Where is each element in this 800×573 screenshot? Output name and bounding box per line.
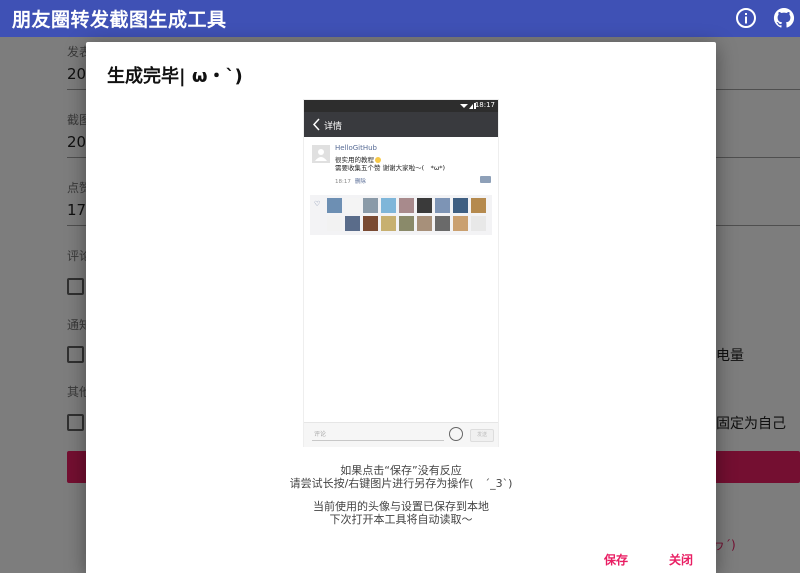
close-button[interactable]: 关闭 (669, 551, 693, 568)
likes-panel: ♡ (310, 195, 492, 235)
heart-icon: ♡ (314, 200, 321, 208)
github-icon[interactable] (772, 6, 796, 30)
info-icon[interactable] (734, 6, 758, 30)
like-avatar (471, 198, 486, 213)
like-avatar (399, 216, 414, 231)
like-avatar (453, 216, 468, 231)
signal-battery-icon (460, 103, 476, 109)
emoji-icon (449, 427, 463, 441)
comment-input-bar: 评论 发送 (304, 422, 498, 447)
result-dialog: 生成完毕| ω・`) 18:17 详情 HelloGitHub 很实用的教程 需… (86, 42, 716, 573)
phone-status-bar: 18:17 (304, 100, 498, 112)
hint-storage-line2: 下次打开本工具将自动读取～ (329, 513, 473, 526)
back-arrow-icon (312, 118, 320, 131)
send-button: 发送 (470, 429, 494, 442)
post-meta: 18:17 删除 (335, 177, 366, 185)
like-avatar (453, 198, 468, 213)
phone-nav-bar: 详情 (304, 112, 498, 137)
app-title: 朋友圈转发截图生成工具 (12, 9, 227, 31)
like-avatar (345, 198, 360, 213)
post-text-line2: 需要收集五个赞 谢谢大家啦～( *ω*) (335, 164, 446, 172)
like-avatar (435, 216, 450, 231)
like-avatar (435, 198, 450, 213)
save-button[interactable]: 保存 (604, 551, 628, 568)
comment-input-placeholder: 评论 (314, 431, 327, 438)
hint-save-line2: 请尝试长按/右键图片进行另存为操作( ´_3`) (289, 477, 513, 490)
phone-status-time: 18:17 (474, 101, 495, 109)
like-avatar (381, 216, 396, 231)
like-avatar (381, 198, 396, 213)
like-avatar (363, 216, 378, 231)
like-avatar (327, 198, 342, 213)
dialog-title: 生成完毕| ω・`) (107, 66, 243, 87)
generated-screenshot[interactable]: 18:17 详情 HelloGitHub 很实用的教程 需要收集五个赞 谢谢大家… (304, 100, 498, 447)
phone-nav-title: 详情 (324, 122, 343, 132)
like-avatar (399, 198, 414, 213)
default-avatar-icon (315, 149, 327, 161)
post-delete-link: 删除 (354, 179, 366, 185)
comment-bubble-icon (480, 176, 491, 183)
like-avatar (345, 216, 360, 231)
like-avatar (471, 216, 486, 231)
like-avatar (417, 216, 432, 231)
user-avatar (312, 145, 330, 163)
app-bar: 朋友圈转发截图生成工具 (0, 0, 800, 37)
like-avatar (327, 216, 342, 231)
comment-input: 评论 (312, 428, 444, 441)
post-username: HelloGitHub (335, 144, 377, 152)
like-avatar (417, 198, 432, 213)
like-avatar (363, 198, 378, 213)
post-time: 18:17 (335, 179, 351, 185)
